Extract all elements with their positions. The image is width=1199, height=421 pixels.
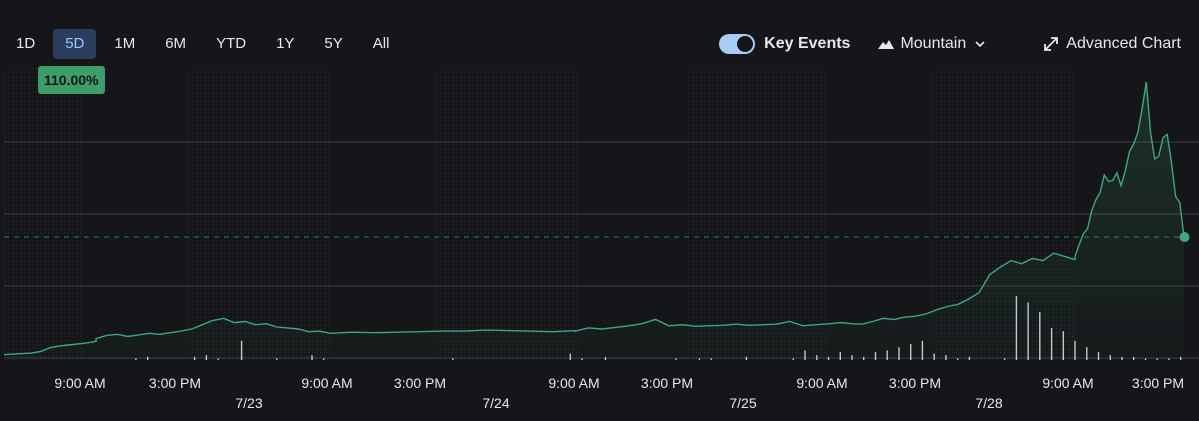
- date-label: 7/28: [975, 395, 1002, 411]
- date-label: 7/24: [482, 395, 509, 411]
- x-tick-label: 9:00 AM: [301, 375, 352, 391]
- date-label: 7/25: [729, 395, 756, 411]
- x-tick-label: 9:00 AM: [1042, 375, 1093, 391]
- extended-hours-region: [435, 66, 580, 360]
- x-tick-label: 9:00 AM: [548, 375, 599, 391]
- x-tick-label: 3:00 PM: [394, 375, 446, 391]
- change-badge: 110.00%: [38, 66, 105, 94]
- x-tick-label: 3:00 PM: [641, 375, 693, 391]
- x-tick-label: 9:00 AM: [796, 375, 847, 391]
- x-tick-label: 9:00 AM: [54, 375, 105, 391]
- date-label: 7/23: [235, 395, 262, 411]
- extended-hours-region: [186, 66, 330, 360]
- price-chart: 9:00 AM 3:00 PM 9:00 AM 3:00 PM 9:00 AM 3:00 …: [3, 66, 1199, 411]
- last-price-dot: [1179, 232, 1190, 243]
- extended-hours-region: [4, 66, 84, 360]
- extended-hours-region: [685, 66, 828, 360]
- x-tick-label: 3:00 PM: [889, 375, 941, 391]
- x-tick-label: 3:00 PM: [149, 375, 201, 391]
- x-tick-label: 3:00 PM: [1132, 375, 1184, 391]
